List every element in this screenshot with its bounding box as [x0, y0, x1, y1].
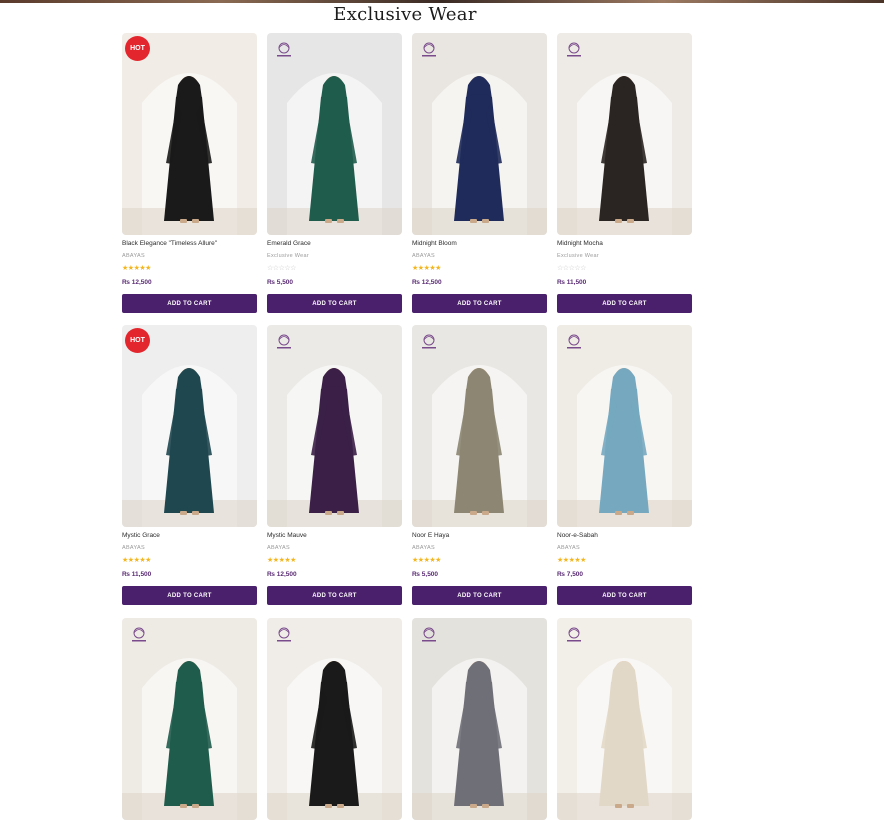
- product-price: ₨ 12,500: [412, 279, 442, 286]
- star-icon: ★: [145, 557, 151, 564]
- product-image[interactable]: HOT: [122, 325, 257, 527]
- product-image[interactable]: [122, 618, 257, 820]
- product-category[interactable]: ABAYAS: [122, 545, 145, 551]
- hot-badge: HOT: [125, 36, 150, 61]
- product-category[interactable]: Exclusive Wear: [557, 253, 599, 259]
- product-name[interactable]: Mystic Grace: [122, 532, 257, 539]
- product-price: ₨ 5,500: [267, 279, 294, 286]
- product-image[interactable]: [412, 325, 547, 527]
- star-rating: ★★★★★: [557, 557, 586, 565]
- product-price: ₨ 11,500: [557, 279, 587, 286]
- product-image[interactable]: [412, 618, 547, 820]
- add-to-cart-button[interactable]: ADD TO CART: [122, 586, 257, 605]
- add-to-cart-button[interactable]: ADD TO CART: [122, 294, 257, 313]
- product-price: ₨ 12,500: [122, 279, 152, 286]
- star-icon: ★: [290, 557, 296, 564]
- brand-logo-icon: [273, 331, 295, 353]
- product-image[interactable]: [557, 33, 692, 235]
- product-price: ₨ 11,500: [122, 571, 152, 578]
- product-category[interactable]: ABAYAS: [412, 253, 435, 259]
- brand-logo-icon: [563, 331, 585, 353]
- add-to-cart-button[interactable]: ADD TO CART: [557, 586, 692, 605]
- star-icon: ★: [145, 265, 151, 272]
- star-rating: ☆☆☆☆☆: [557, 265, 586, 273]
- star-rating: ★★★★★: [412, 265, 441, 273]
- product-name[interactable]: Emerald Grace: [267, 240, 402, 247]
- hero-banner-edge: [0, 0, 884, 3]
- product-name[interactable]: Noor E Haya: [412, 532, 547, 539]
- brand-logo-icon: [418, 331, 440, 353]
- product-category[interactable]: ABAYAS: [412, 545, 435, 551]
- product-image[interactable]: [557, 618, 692, 820]
- star-icon: ☆: [290, 265, 296, 272]
- star-icon: ★: [580, 557, 586, 564]
- star-rating: ★★★★★: [412, 557, 441, 565]
- star-rating: ★★★★★: [122, 265, 151, 273]
- brand-logo-icon: [273, 624, 295, 646]
- add-to-cart-button[interactable]: ADD TO CART: [412, 586, 547, 605]
- add-to-cart-button[interactable]: ADD TO CART: [557, 294, 692, 313]
- hot-badge: HOT: [125, 328, 150, 353]
- brand-logo-icon: [273, 39, 295, 61]
- add-to-cart-button[interactable]: ADD TO CART: [267, 586, 402, 605]
- add-to-cart-button[interactable]: ADD TO CART: [267, 294, 402, 313]
- brand-logo-icon: [563, 624, 585, 646]
- brand-logo-icon: [418, 624, 440, 646]
- add-to-cart-button[interactable]: ADD TO CART: [412, 294, 547, 313]
- product-name[interactable]: Noor-e-Sabah: [557, 532, 692, 539]
- star-icon: ☆: [580, 265, 586, 272]
- star-rating: ★★★★★: [122, 557, 151, 565]
- product-image[interactable]: [267, 33, 402, 235]
- product-image[interactable]: [267, 325, 402, 527]
- star-icon: ★: [435, 265, 441, 272]
- product-price: ₨ 7,500: [557, 571, 584, 578]
- star-rating: ★★★★★: [267, 557, 296, 565]
- brand-logo-icon: [563, 39, 585, 61]
- product-image[interactable]: [412, 33, 547, 235]
- star-icon: ★: [435, 557, 441, 564]
- product-image[interactable]: [267, 618, 402, 820]
- product-image[interactable]: HOT: [122, 33, 257, 235]
- product-category[interactable]: Exclusive Wear: [267, 253, 309, 259]
- brand-logo-icon: [128, 624, 150, 646]
- product-category[interactable]: ABAYAS: [267, 545, 290, 551]
- product-category[interactable]: ABAYAS: [122, 253, 145, 259]
- product-image[interactable]: [557, 325, 692, 527]
- star-rating: ☆☆☆☆☆: [267, 265, 296, 273]
- product-name[interactable]: Midnight Bloom: [412, 240, 547, 247]
- section-title: Exclusive Wear: [333, 4, 477, 25]
- product-name[interactable]: Black Elegance "Timeless Allure": [122, 240, 257, 247]
- product-price: ₨ 12,500: [267, 571, 297, 578]
- product-name[interactable]: Mystic Mauve: [267, 532, 402, 539]
- product-price: ₨ 5,500: [412, 571, 439, 578]
- brand-logo-icon: [418, 39, 440, 61]
- product-category[interactable]: ABAYAS: [557, 545, 580, 551]
- product-name[interactable]: Midnight Mocha: [557, 240, 692, 247]
